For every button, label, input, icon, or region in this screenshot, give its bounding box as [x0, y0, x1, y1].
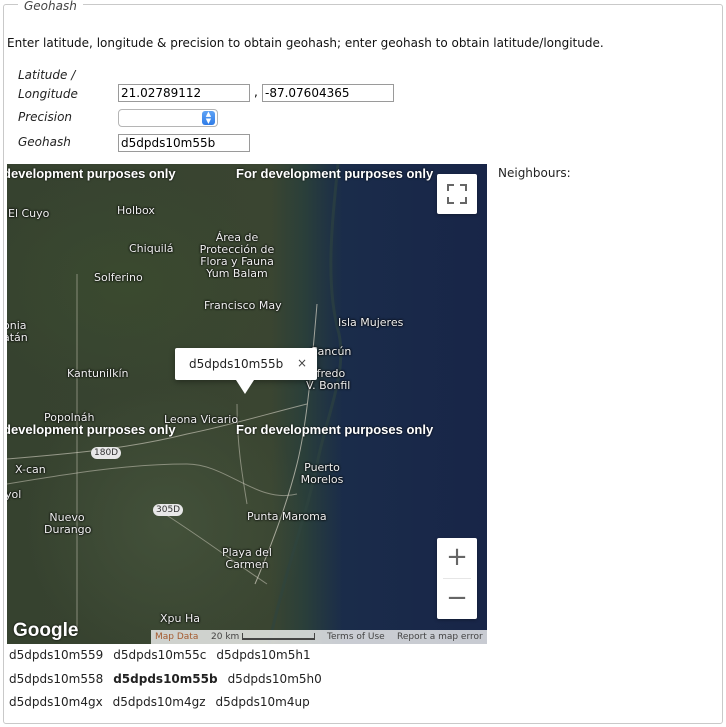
dev-watermark: development purposes only — [7, 166, 176, 181]
neighbour-cell: d5dpds10m5h1 — [216, 648, 311, 662]
map-place-label: Isla Mujeres — [338, 316, 404, 329]
neighbour-cell: d5dpds10m559 — [9, 648, 104, 662]
map-place-label: yol — [7, 488, 22, 501]
dev-watermark: For development purposes only — [236, 422, 434, 437]
longitude-input[interactable] — [262, 84, 394, 102]
geohash-label: Geohash — [18, 135, 71, 149]
dev-watermark: For development purposes only — [236, 166, 434, 181]
map-place-label: Área de Protección de Flora y Fauna Yum … — [199, 231, 275, 280]
neighbour-cell: d5dpds10m4up — [215, 695, 310, 709]
neighbour-cell: d5dpds10m5h0 — [227, 671, 322, 686]
neighbour-cell: d5dpds10m55c — [113, 648, 207, 662]
map-place-label: Playa del Carmen — [222, 546, 272, 571]
map-place-label: Holbox — [117, 204, 155, 217]
precision-label: Precision — [18, 110, 73, 124]
intro-text: Enter latitude, longitude & precision to… — [7, 36, 604, 50]
map-place-label: Solferino — [94, 271, 143, 284]
map-canvas[interactable]: development purposes only For developmen… — [7, 164, 487, 644]
map-scale-bar — [242, 633, 315, 640]
road-shield: 180D — [91, 447, 122, 459]
precision-select[interactable]: ▲ ▼ — [118, 109, 218, 127]
close-icon[interactable]: × — [297, 356, 307, 370]
map-place-label: Punta Maroma — [247, 510, 327, 523]
zoom-control: + − — [437, 538, 477, 619]
fieldset-legend: Geohash — [18, 0, 83, 12]
fullscreen-icon — [447, 184, 467, 204]
map-place-label: onia atán — [7, 319, 28, 344]
map-place-label: Puerto Morelos — [300, 461, 344, 486]
map-place-label: Xpu Ha — [160, 612, 200, 625]
map-place-label: X-can — [15, 463, 46, 476]
neighbour-cell-center: d5dpds10m55b — [113, 671, 218, 686]
map-data-link[interactable]: Map Data — [155, 630, 198, 644]
fullscreen-button[interactable] — [437, 174, 477, 214]
terms-link[interactable]: Terms of Use — [327, 630, 385, 644]
map-scale-label: 20 km — [211, 632, 240, 642]
map-place-label: Kantunilkín — [67, 367, 129, 380]
google-logo: Google — [13, 620, 79, 641]
map-place-label: Leona Vicario — [164, 413, 239, 426]
info-window-pointer — [236, 380, 254, 394]
neighbour-cell: d5dpds10m4gx — [9, 695, 103, 709]
map-place-label: Chiquilá — [129, 242, 174, 255]
map-place-label: Francisco May — [204, 299, 282, 312]
neighbours-row: d5dpds10m558 d5dpds10m55b d5dpds10m5h0 — [9, 672, 332, 696]
select-chevron-icon: ▲ ▼ — [202, 111, 215, 125]
latlon-label: Latitude / Longitude — [18, 68, 78, 101]
neighbours-grid: d5dpds10m559 d5dpds10m55c d5dpds10m5h1 d5d… — [9, 648, 332, 719]
neighbours-row: d5dpds10m4gx d5dpds10m4gz d5dpds10m4up — [9, 695, 332, 719]
neighbours-label: Neighbours: — [498, 166, 571, 180]
map-place-label: Nuevo Durango — [44, 511, 92, 536]
map-attribution-bar: Map Data 20 km Terms of Use Report a map… — [151, 630, 487, 644]
latitude-input[interactable] — [118, 84, 250, 102]
map-place-label: Popolnáh — [44, 411, 95, 424]
report-error-link[interactable]: Report a map error — [397, 630, 483, 644]
info-window-geohash: d5dpds10m55b — [189, 357, 284, 371]
map-place-label: El Cuyo — [8, 207, 50, 220]
zoom-out-button[interactable]: − — [437, 579, 477, 619]
neighbour-cell: d5dpds10m558 — [9, 671, 104, 686]
zoom-in-button[interactable]: + — [437, 538, 477, 578]
road-shield: 305D — [153, 504, 184, 516]
neighbour-cell: d5dpds10m4gz — [112, 695, 206, 709]
info-window: d5dpds10m55b × — [175, 348, 317, 394]
dev-watermark: development purposes only — [7, 422, 176, 437]
neighbours-row: d5dpds10m559 d5dpds10m55c d5dpds10m5h1 — [9, 648, 332, 672]
latlon-separator: , — [254, 85, 258, 99]
geohash-input[interactable] — [118, 134, 250, 152]
